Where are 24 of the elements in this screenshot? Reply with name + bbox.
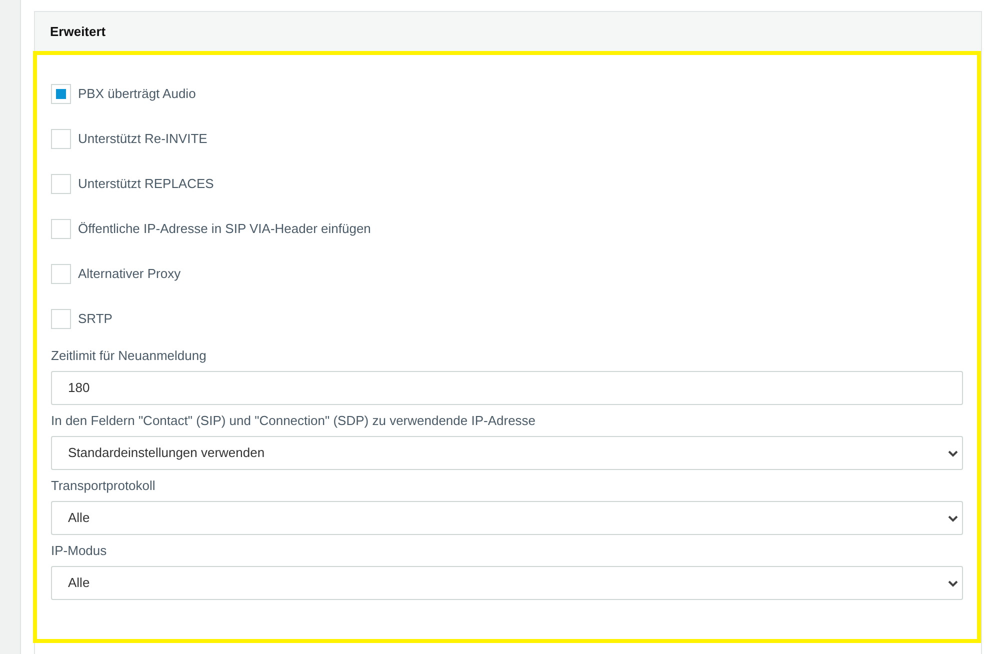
checkbox[interactable] [51, 84, 71, 104]
checkbox-label: PBX überträgt Audio [78, 84, 196, 103]
field-label: Zeitlimit für Neuanmeldung [51, 348, 208, 363]
chevron-down-icon [948, 580, 958, 586]
select-dropdown[interactable]: Alle [51, 566, 963, 600]
select-dropdown[interactable]: Alle [51, 501, 963, 535]
checkbox[interactable] [51, 218, 71, 238]
checkbox[interactable] [51, 308, 71, 328]
select-dropdown[interactable]: Standardeinstellungen verwenden [51, 436, 963, 470]
checkbox[interactable] [51, 174, 71, 194]
checkbox-label: Öffentliche IP-Adresse in SIP VIA-Header einfügen [78, 220, 371, 238]
panel-title: Erweitert [50, 22, 106, 41]
field-label: In den Feldern "Contact" (SIP) und "Connection" (SDP) zu verwendende IP-Adresse [51, 413, 537, 428]
field-label: IP-Modus [51, 543, 108, 558]
checkbox-label: SRTP [78, 310, 112, 328]
chevron-down-icon [948, 514, 958, 522]
field-label: Transportprotokoll [51, 478, 156, 493]
input-field[interactable]: 180 [51, 371, 963, 405]
checkbox-label: Unterstützt Re-INVITE [78, 130, 208, 148]
chevron-down-icon [948, 450, 958, 456]
checkbox[interactable] [51, 128, 71, 148]
checkbox[interactable] [51, 264, 71, 284]
checkbox-label: Alternativer Proxy [78, 264, 181, 283]
checkbox-label: Unterstützt REPLACES [78, 174, 214, 193]
